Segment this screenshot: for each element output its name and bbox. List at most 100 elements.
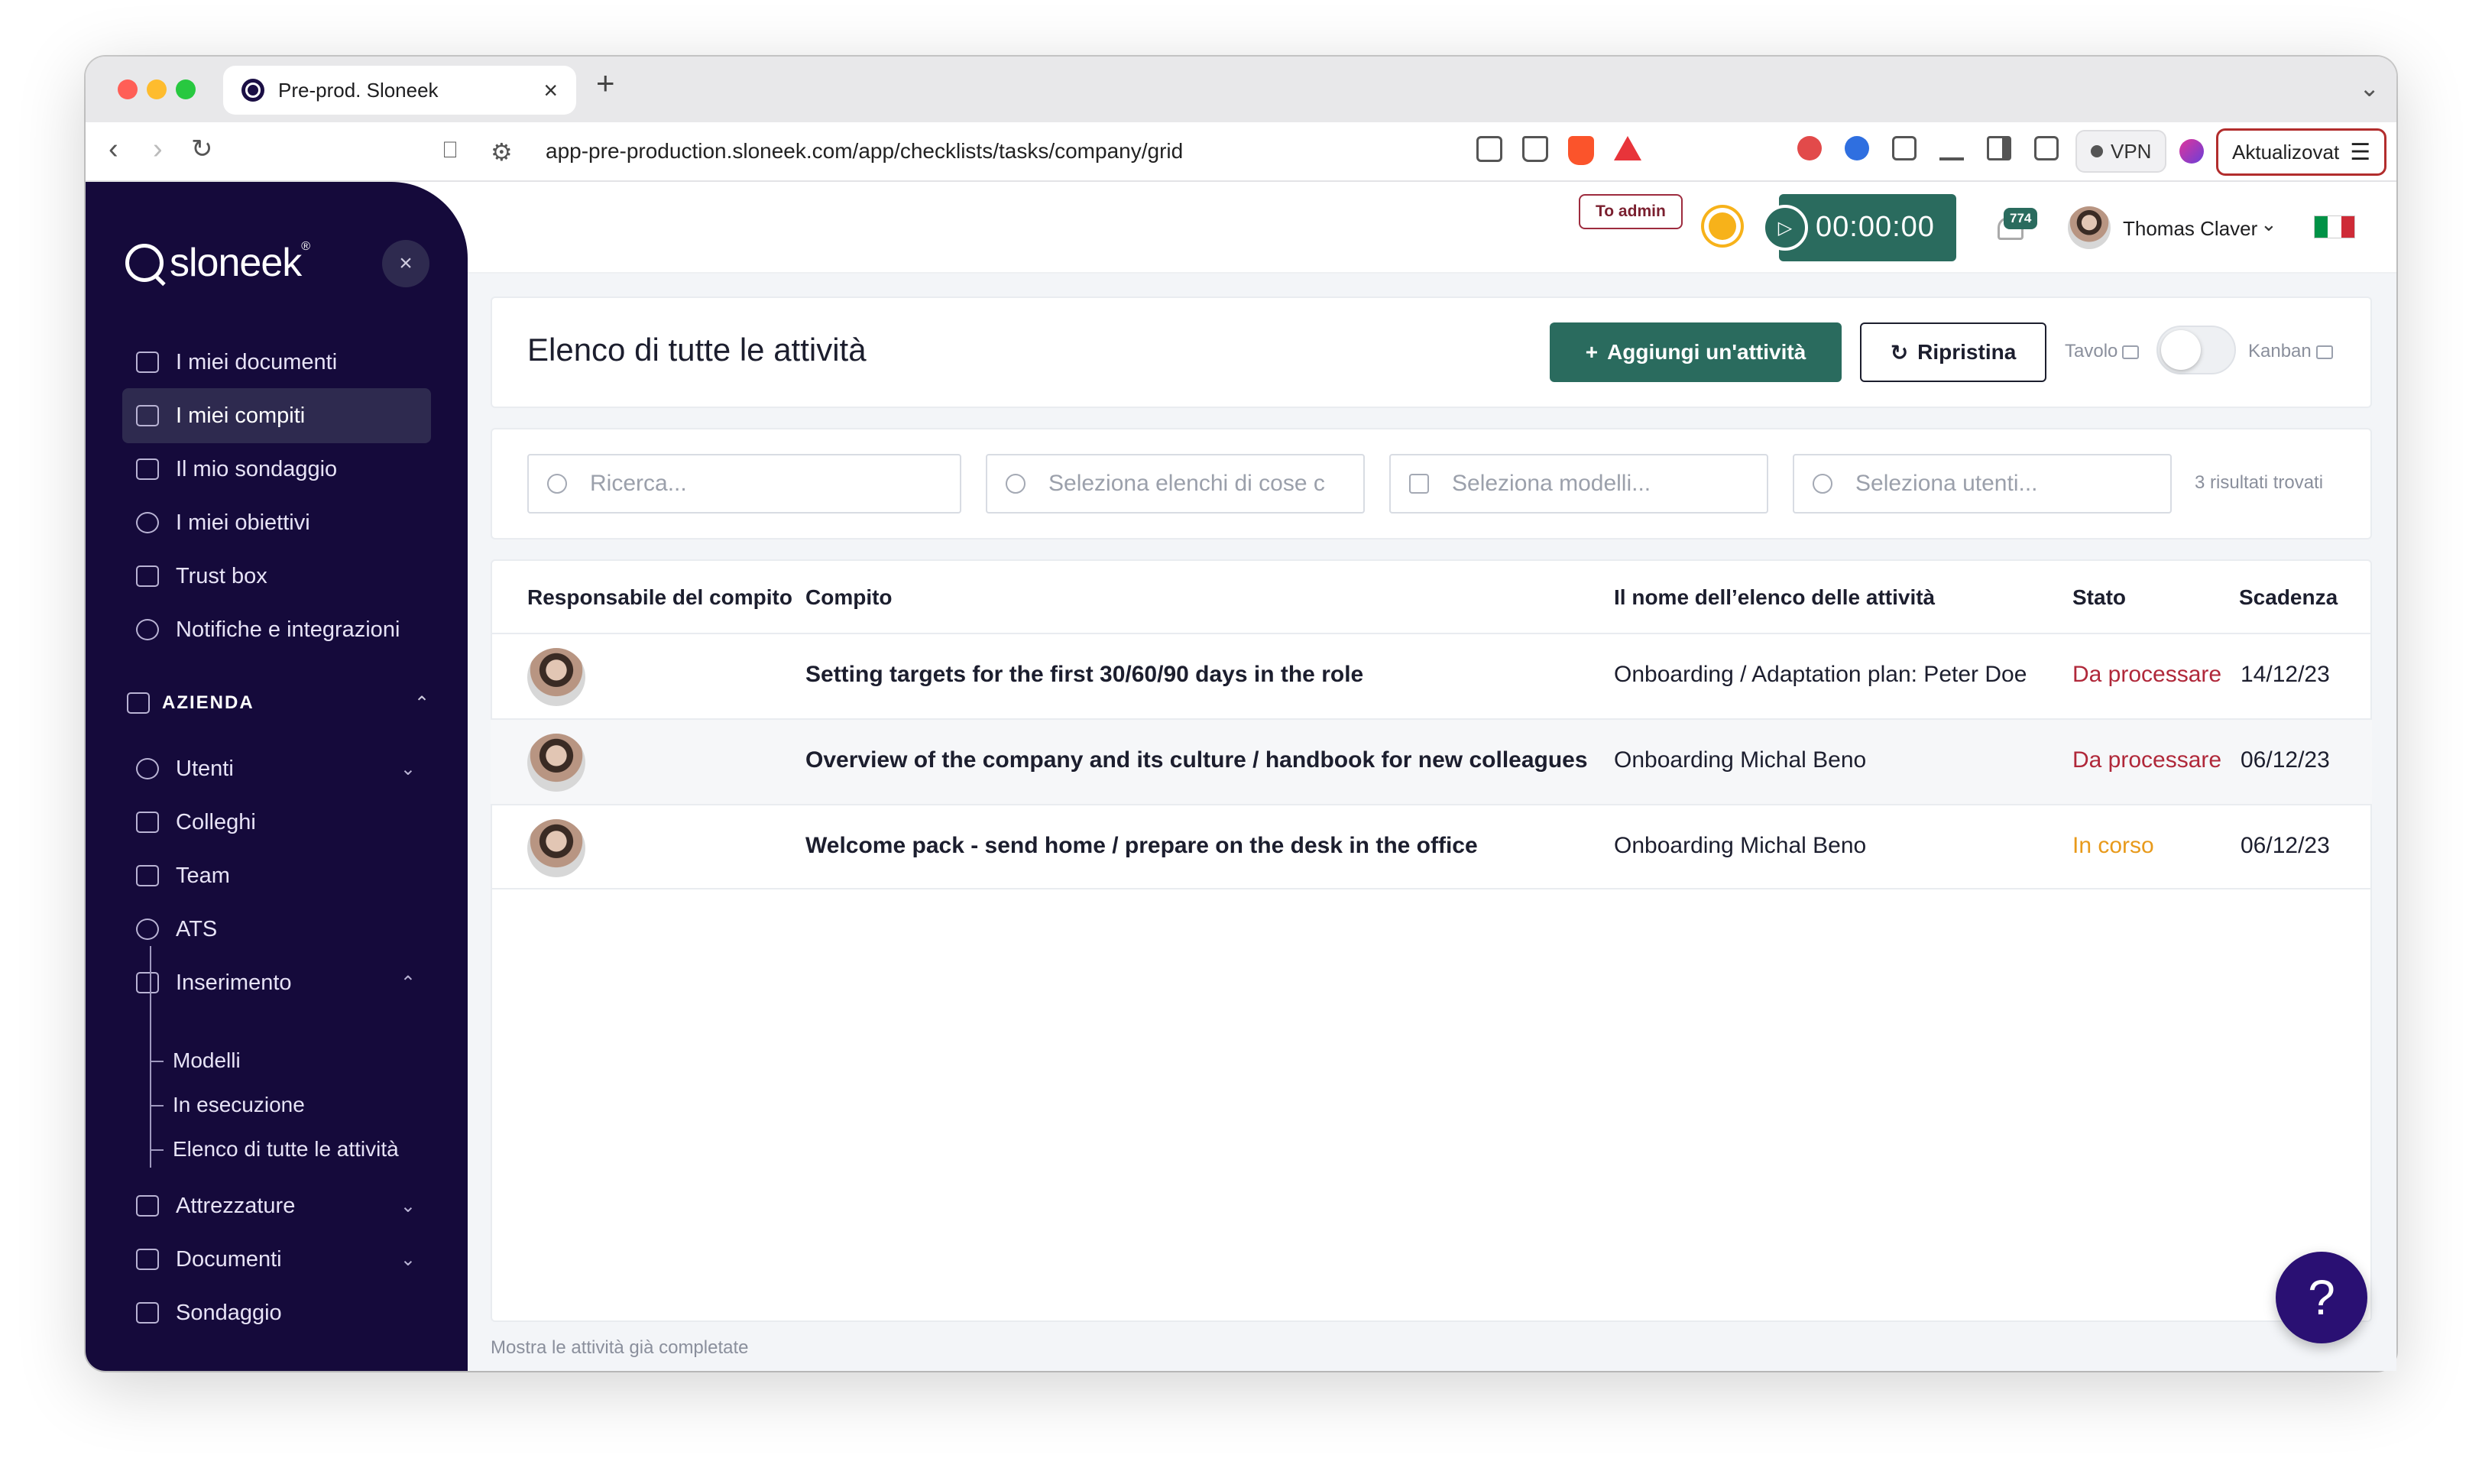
browser-tab[interactable]: Pre-prod. Sloneek × [223,66,576,115]
notifications-badge: 774 [2004,208,2038,229]
to-admin-button[interactable]: To admin [1579,194,1683,229]
table-view-icon [2122,345,2140,359]
folder-icon [136,352,159,373]
column-header-list-name[interactable]: Il nome dell’elenco delle attività [1614,585,1935,610]
cast-icon[interactable] [1476,136,1502,162]
flag-green [2315,216,2328,238]
checklist-filter-select[interactable]: Seleziona elenchi di cose c [986,454,1365,514]
tab-list-chevron-icon[interactable]: ⌄ [2359,73,2380,102]
sloneek-logo-mark-icon [125,244,164,282]
tab-close-icon[interactable]: × [543,78,558,102]
chevron-up-icon[interactable]: ⌃ [414,692,429,714]
time-tracker[interactable]: ▷ 00:00:00 [1762,194,1956,261]
sidebar-item-users[interactable]: Utenti ⌄ [122,741,431,796]
sidebar-subitem-running[interactable]: In esecuzione [173,1090,402,1120]
vpn-button[interactable]: VPN [2075,130,2167,173]
extension-icon[interactable] [1845,136,1869,160]
sidebar-item-my-survey[interactable]: Il mio sondaggio [122,442,431,497]
tree-tick [150,1105,164,1107]
download-icon[interactable] [1939,136,1964,160]
logo-text: sloneek® [170,240,310,285]
site-settings-icon[interactable]: ⚙ [491,138,513,167]
sidebar-item-label: I miei obiettivi [176,510,310,535]
sidebar-item-label: Inserimento [176,970,292,995]
building-icon [127,692,150,714]
zoom-window-button[interactable] [176,79,196,99]
task-name[interactable]: Overview of the company and its culture … [805,747,1588,773]
extensions-puzzle-icon[interactable] [1892,136,1917,160]
sidebar-item-documents[interactable]: Documenti ⌄ [122,1232,431,1287]
team-icon [136,865,159,886]
view-table-label[interactable]: Tavolo [2065,341,2140,362]
timer-display: 00:00:00 [1816,211,1935,243]
address-bar[interactable]: ⚙ app-pre-production.sloneek.com/app/che… [491,128,1652,174]
url-text[interactable]: app-pre-production.sloneek.com/app/check… [546,139,1183,164]
sloneek-logo[interactable]: sloneek® [125,240,310,286]
user-name[interactable]: Thomas Claver [2123,217,2257,241]
view-kanban-label[interactable]: Kanban [2248,341,2333,362]
user-filter-placeholder: Seleziona utenti... [1855,471,2038,496]
sidebar-item-label: Sondaggio [176,1300,282,1325]
sidebar-subitem-all-tasks[interactable]: Elenco di tutte le attività [173,1134,402,1165]
template-filter-select[interactable]: Seleziona modelli... [1389,454,1768,514]
wallet-icon[interactable] [2034,136,2059,160]
sidebar-item-my-documents[interactable]: I miei documenti [122,335,431,390]
minimize-window-button[interactable] [147,79,167,99]
sidebar-item-survey[interactable]: Sondaggio [122,1285,431,1340]
column-header-status[interactable]: Stato [2072,585,2126,610]
sidebar-item-my-goals[interactable]: I miei obiettivi [122,495,431,550]
colleagues-icon [136,812,159,833]
view-toggle[interactable] [2156,326,2236,374]
task-status: Da processare [2072,662,2222,687]
sidebar-toggle-icon[interactable] [1987,136,2011,160]
sidebar-item-my-tasks[interactable]: I miei compiti [122,388,431,443]
reset-button[interactable]: ↻ Ripristina [1860,322,2046,382]
forward-icon[interactable]: › [153,134,163,164]
task-name[interactable]: Welcome pack - send home / prepare on th… [805,833,1478,859]
table-row[interactable]: Welcome pack - send home / prepare on th… [491,804,2372,889]
show-completed-link[interactable]: Mostra le attività già completate [491,1337,749,1359]
bookmark-icon[interactable]: ⎕ [443,139,457,162]
add-task-button[interactable]: + Aggiungi un'attività [1550,322,1842,382]
sidebar-item-equipment[interactable]: Attrezzature ⌄ [122,1178,431,1233]
share-icon[interactable] [1522,136,1548,162]
new-tab-icon[interactable]: + [596,67,615,99]
close-window-button[interactable] [118,79,138,99]
extension-icon[interactable] [1797,136,1822,160]
brave-shields-icon[interactable] [1568,136,1594,165]
update-label: Aktualizovat [2232,140,2340,164]
sidebar-item-notifications[interactable]: Notifiche e integrazioni [122,602,431,657]
italian-flag-icon[interactable] [2314,215,2355,238]
play-icon[interactable]: ▷ [1762,205,1808,251]
sidebar-item-trust-box[interactable]: Trust box [122,549,431,604]
sidebar-subitem-templates[interactable]: Modelli [173,1045,402,1076]
sidebar-item-team[interactable]: Team [122,848,431,903]
user-avatar[interactable] [2068,206,2111,249]
leo-ai-icon[interactable] [2179,139,2204,164]
task-name[interactable]: Setting targets for the first 30/60/90 d… [805,662,1363,688]
table-row[interactable]: Overview of the company and its culture … [491,718,2372,804]
rocket-icon [1006,474,1026,494]
column-header-due-date[interactable]: Scadenza [2239,585,2338,610]
close-icon: × [399,251,413,276]
sidebar-item-colleagues[interactable]: Colleghi [122,795,431,850]
folder-icon [136,1249,159,1270]
table-row[interactable]: Setting targets for the first 30/60/90 d… [491,633,2372,718]
help-button[interactable]: ? [2276,1252,2367,1343]
assignee-avatar [527,819,585,877]
chevron-down-icon[interactable]: ⌄ [2260,212,2277,236]
sidebar-item-ats[interactable]: ATS [122,902,431,957]
brave-rewards-icon[interactable] [1614,136,1641,160]
column-header-task[interactable]: Compito [805,585,893,610]
sun-weather-icon [1698,202,1747,251]
users-icon [136,758,159,779]
sidebar-item-onboarding[interactable]: Inserimento ⌃ [122,955,431,1010]
update-button[interactable]: Aktualizovat ☰ [2216,128,2387,176]
sidebar-section-company[interactable]: AZIENDA [122,692,254,714]
user-filter-select[interactable]: Seleziona utenti... [1793,454,2172,514]
search-input[interactable]: Ricerca... [527,454,961,514]
reload-icon[interactable]: ↻ [191,136,213,162]
back-icon[interactable]: ‹ [109,134,118,164]
column-header-assignee[interactable]: Responsabile del compito [527,585,792,610]
sidebar-close-button[interactable]: × [382,240,429,287]
